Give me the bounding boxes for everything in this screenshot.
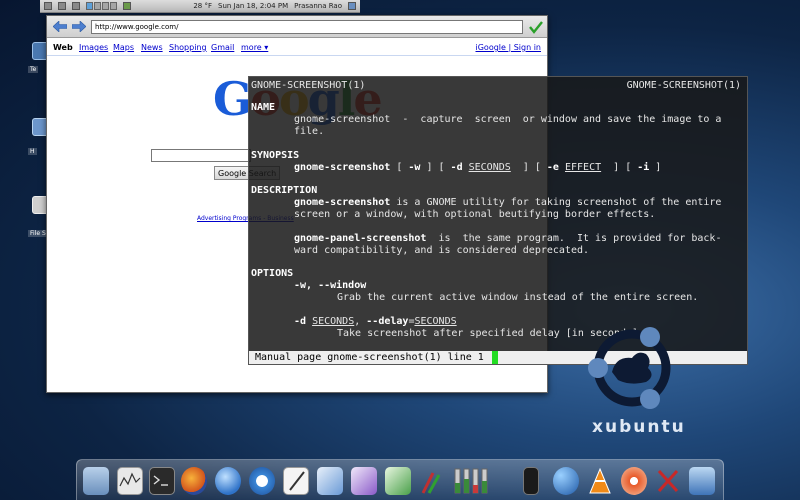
link-images[interactable]: Images <box>79 43 108 52</box>
text-editor-icon[interactable] <box>283 467 309 495</box>
terminal-icon[interactable] <box>149 467 175 495</box>
link-maps[interactable]: Maps <box>113 43 134 52</box>
search-input[interactable] <box>151 149 251 162</box>
description-line: screen or a window, with optional beutif… <box>294 209 656 220</box>
description-line: gnome-screenshot is a GNOME utility for … <box>294 197 722 208</box>
description-line: gnome-panel-screenshot is the same progr… <box>294 233 722 244</box>
panel-user[interactable]: Prasanna Rao <box>294 2 342 10</box>
logo-letter: G <box>213 72 252 126</box>
x-app-icon[interactable] <box>655 467 681 495</box>
volume-levels-icon[interactable] <box>453 467 497 495</box>
desktop-icon-label: H <box>28 148 37 155</box>
name-line: gnome-screenshot - capture screen or win… <box>294 114 722 125</box>
manpage-header-left: GNOME-SCREENSHOT(1) <box>251 80 366 91</box>
file-manager-icon[interactable] <box>83 467 109 495</box>
quit-icon[interactable] <box>348 2 356 10</box>
section-synopsis: SYNOPSIS <box>251 150 300 161</box>
synopsis-line: gnome-screenshot [ -w ] [ -d SECONDS ] [… <box>294 162 662 173</box>
google-links-bar: Web Images Maps News Shopping Gmail more… <box>47 38 547 56</box>
system-monitor-icon[interactable] <box>117 467 143 495</box>
panel-launcher-icon[interactable] <box>72 2 80 10</box>
firefox-icon[interactable] <box>181 467 207 495</box>
mobile-phone-icon[interactable] <box>523 467 539 495</box>
image-viewer-icon[interactable] <box>385 467 411 495</box>
panel-clock[interactable]: Sun Jan 18, 2:04 PM <box>218 2 288 10</box>
browser-toolbar <box>47 16 547 38</box>
panel-launcher-icon[interactable] <box>58 2 66 10</box>
back-icon[interactable] <box>53 21 67 32</box>
panel-menu-icon[interactable] <box>44 2 52 10</box>
section-description: DESCRIPTION <box>251 185 318 196</box>
trash-icon[interactable] <box>689 467 715 495</box>
comet-icon[interactable] <box>553 467 579 495</box>
safari-icon[interactable] <box>249 467 275 495</box>
link-web[interactable]: Web <box>53 43 73 52</box>
url-input[interactable] <box>91 20 523 34</box>
section-options: OPTIONS <box>251 268 294 279</box>
manpage-header-right: GNOME-SCREENSHOT(1) <box>626 80 741 91</box>
link-more[interactable]: more ▾ <box>241 43 268 52</box>
office-writer-icon[interactable] <box>317 467 343 495</box>
desktop-icon-label: File S <box>28 230 48 237</box>
top-panel: 28 °F Sun Jan 18, 2:04 PM Prasanna Rao <box>40 0 360 13</box>
name-line: file. <box>294 126 325 137</box>
office-chart-icon[interactable] <box>351 467 377 495</box>
option-description: Grab the current active window instead o… <box>337 292 699 303</box>
temperature-readout: 28 °F <box>193 2 212 10</box>
disk-icon[interactable] <box>621 467 647 495</box>
section-name: NAME <box>251 102 276 113</box>
terminal-cursor <box>492 351 498 364</box>
paint-icon[interactable] <box>419 467 445 495</box>
description-line: ward compatibility, and is considered de… <box>294 245 590 256</box>
option-delay: -d SECONDS, --delay=SECONDS <box>294 316 457 327</box>
link-gmail[interactable]: Gmail <box>211 43 234 52</box>
workspace-switcher[interactable] <box>86 2 117 10</box>
link-shopping[interactable]: Shopping <box>169 43 207 52</box>
globe-icon[interactable] <box>215 467 241 495</box>
link-news[interactable]: News <box>141 43 163 52</box>
go-checkmark-icon[interactable] <box>529 19 543 34</box>
option-window: -w, --window <box>294 280 367 291</box>
desktop-icon-label: Te <box>28 66 39 73</box>
account-links[interactable]: iGoogle | Sign in <box>476 43 542 52</box>
xubuntu-logo-icon <box>572 320 692 410</box>
forward-icon[interactable] <box>72 21 86 32</box>
xubuntu-wordmark: xubuntu <box>592 417 686 437</box>
network-icon[interactable] <box>123 2 131 10</box>
vlc-icon[interactable] <box>587 467 613 495</box>
dock <box>76 459 724 500</box>
